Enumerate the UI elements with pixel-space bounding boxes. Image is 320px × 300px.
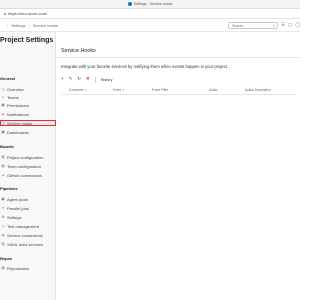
sidebar-item-label: Team configuration	[7, 163, 41, 169]
sidebar-item-label: Permissions	[7, 102, 29, 108]
history-button[interactable]: History	[101, 78, 113, 82]
sidebar-item-label: Repositories	[7, 265, 30, 271]
app-header: / Settings / Service hooks ⌕ ☰ ▢ ◯	[0, 19, 300, 32]
sidebar-item-xaml-build-services[interactable]: ▥ XAML build services	[1, 241, 43, 247]
repo-icon: ▤	[1, 266, 5, 270]
sidebar-item-parallel-jobs[interactable]: ≡ Parallel jobs	[1, 205, 29, 211]
build-icon: ▥	[1, 242, 5, 246]
search-input[interactable]	[232, 23, 272, 28]
sidebar-item-label: Test management	[7, 223, 39, 229]
column-label: Consumer	[69, 88, 84, 92]
sidebar-item-label: Agent pools	[7, 196, 29, 202]
sidebar-item-project-configuration[interactable]: ▤ Project configuration	[1, 154, 43, 160]
sidebar-item-label: Service connections	[7, 232, 43, 238]
column-header-event-filter[interactable]: Event Filter	[152, 88, 168, 92]
sidebar-item-test-management[interactable]: △ Test management	[1, 223, 39, 229]
list-icon[interactable]: ☰	[281, 22, 285, 28]
parallel-icon: ≡	[2, 206, 4, 210]
table-header: Consumer▼ Event▼ Event Filter Action Act…	[61, 88, 295, 95]
config-icon: ▤	[1, 155, 5, 159]
search-box[interactable]: ⌕	[228, 22, 278, 29]
column-header-event[interactable]: Event▼	[113, 88, 125, 92]
page-title: Service Hooks	[61, 48, 96, 54]
sidebar-item-label: Project configuration	[7, 154, 44, 160]
column-header-action-description[interactable]: Action Description	[245, 88, 271, 92]
sort-icon: ▼	[84, 89, 88, 92]
header-icon-group: ☰ ▢ ◯	[281, 22, 300, 28]
user-settings-icon[interactable]: ◯	[295, 22, 300, 28]
sidebar-item-label: XAML build services	[7, 241, 44, 247]
sidebar-item-notifications[interactable]: ▲ Notifications	[1, 111, 29, 117]
sidebar-item-label: Dashboards	[7, 129, 29, 135]
main-content: Service Hooks Integrate with your favori…	[56, 32, 300, 300]
sidebar-item-permissions[interactable]: ▣ Permissions	[1, 102, 29, 108]
toolbar: + ✎ ↻ ✕ History	[61, 76, 112, 83]
refresh-icon[interactable]: ↻	[77, 76, 81, 81]
delete-icon[interactable]: ✕	[86, 76, 90, 81]
team-icon: ☺	[1, 95, 5, 99]
section-heading-general: General	[0, 76, 15, 81]
sidebar-item-repositories[interactable]: ▤ Repositories	[1, 265, 29, 271]
sidebar-item-dashboards[interactable]: ▦ Dashboards	[1, 129, 29, 135]
sidebar: Project Settings General ⓘ Overview ☺ Te…	[0, 32, 56, 300]
azure-devops-logo-icon	[127, 2, 132, 6]
bell-icon: ▲	[1, 112, 5, 116]
sort-icon: ▼	[122, 89, 125, 92]
sidebar-item-overview[interactable]: ⓘ Overview	[1, 86, 24, 92]
address-bar[interactable]: 🔒︎ https://dev.azure.com/	[0, 9, 300, 19]
column-header-consumer[interactable]: Consumer▼	[69, 88, 87, 92]
shopping-bag-icon[interactable]: ▢	[288, 22, 292, 28]
search-icon[interactable]: ⌕	[273, 23, 275, 28]
sidebar-item-service-hooks[interactable]: ⚓ Service hooks	[0, 120, 56, 126]
info-icon: ⓘ	[1, 87, 5, 92]
sidebar-item-label: Parallel jobs	[7, 205, 29, 211]
toolbar-divider	[94, 76, 96, 83]
sidebar-item-teams[interactable]: ☺ Teams	[1, 94, 19, 100]
sidebar-item-settings[interactable]: ⚙ Settings	[1, 214, 21, 220]
sidebar-item-label: Teams	[7, 94, 19, 100]
sidebar-item-label: Settings	[7, 214, 22, 220]
sidebar-item-label: GitHub connections	[7, 172, 42, 178]
sidebar-title: Project Settings	[0, 37, 54, 44]
sidebar-item-service-connections[interactable]: ◈ Service connections	[1, 232, 43, 238]
section-heading-repos: Repos	[0, 256, 13, 261]
hook-icon: ⚓	[1, 121, 6, 125]
column-label: Event	[113, 88, 122, 92]
page-description: Integrate with your favorite services by…	[61, 64, 229, 69]
lock-icon: 🔒︎	[4, 11, 7, 16]
browser-title-bar: Settings - Service hooks	[0, 0, 300, 9]
lock-icon: ▣	[1, 103, 5, 107]
breadcrumb-settings[interactable]: Settings	[11, 23, 25, 28]
window-title: Settings - Service hooks	[133, 2, 173, 6]
dashboard-icon: ▦	[1, 130, 5, 134]
sidebar-item-label: Overview	[7, 86, 24, 92]
section-heading-boards: Boards	[0, 144, 14, 149]
sidebar-item-github-connections[interactable]: ● GitHub connections	[1, 172, 42, 178]
column-header-action[interactable]: Action	[209, 88, 218, 92]
gear-icon: ⚙	[1, 215, 5, 219]
sidebar-item-agent-pools[interactable]: ▣ Agent pools	[1, 196, 28, 202]
add-icon[interactable]: +	[61, 76, 64, 81]
url-text[interactable]: https://dev.azure.com/	[8, 11, 47, 16]
title-divider	[56, 57, 300, 58]
agent-pool-icon: ▣	[1, 197, 5, 201]
team-config-icon: ▤	[1, 164, 5, 168]
edit-icon[interactable]: ✎	[69, 76, 73, 81]
breadcrumb-separator-icon: /	[28, 22, 30, 28]
sidebar-item-label: Notifications	[7, 111, 29, 117]
sidebar-item-label: Service hooks	[7, 120, 33, 126]
section-heading-pipelines: Pipelines	[0, 186, 18, 191]
github-icon: ●	[1, 173, 5, 177]
sidebar-item-team-configuration[interactable]: ▤ Team configuration	[1, 163, 41, 169]
connection-icon: ◈	[1, 233, 5, 237]
breadcrumb-separator-icon: /	[7, 22, 9, 28]
breadcrumb: / Settings / Service hooks	[4, 23, 58, 28]
breadcrumb-service-hooks[interactable]: Service hooks	[33, 23, 58, 28]
test-icon: △	[1, 224, 5, 228]
